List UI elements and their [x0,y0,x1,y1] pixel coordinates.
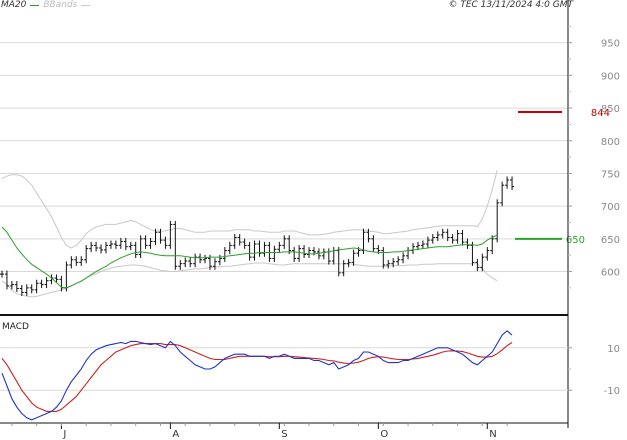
support-level-label: 650 [566,235,585,246]
time-tick-label: N [489,429,496,440]
ma20-legend-swatch [30,4,40,6]
price-bars [0,176,515,296]
time-tick-label: S [281,429,287,440]
price-tick-label: 800 [601,137,620,148]
price-tick-label: 750 [601,169,620,180]
indicator-legend: MA20 BBands [1,0,91,10]
bbands-upper-line [1,170,498,249]
panel-frames [0,0,569,428]
price-tick-label: 850 [601,104,620,115]
time-tick-label: O [380,429,388,440]
macd-lines [1,330,513,421]
bollinger-bands [1,170,498,298]
price-tick-label: 600 [601,268,620,279]
ma20-legend-label: MA20 [1,0,27,10]
macd-panel-title: MACD [2,322,29,332]
time-axis: JASON [11,423,508,440]
price-tick-label: 950 [601,39,620,50]
chart-canvas: 844650 950 900 850 800 750 700 650 600 10 -10 J A… [0,0,620,440]
macd-axis: 10 -10 [568,344,620,397]
price-tick-label: 900 [601,71,620,82]
copyright-timestamp: © TEC 13/11/2024 4:0 GMT [448,0,573,10]
price-tick-label: 650 [601,235,620,246]
price-tick-label: 700 [601,202,620,213]
bbands-lower-line [1,262,498,298]
time-tick-label: J [62,429,66,440]
macd-line [1,330,513,421]
bbands-legend-label: BBands [43,0,78,10]
bbands-legend-swatch [81,4,91,6]
price-axis: 950 900 850 800 750 700 650 600 [568,25,620,289]
macd-tick-label: -10 [604,386,620,397]
time-tick-label: A [172,429,179,440]
price-levels: 844650 [515,108,610,246]
macd-tick-label: 10 [607,344,620,355]
signal-line [1,342,513,412]
